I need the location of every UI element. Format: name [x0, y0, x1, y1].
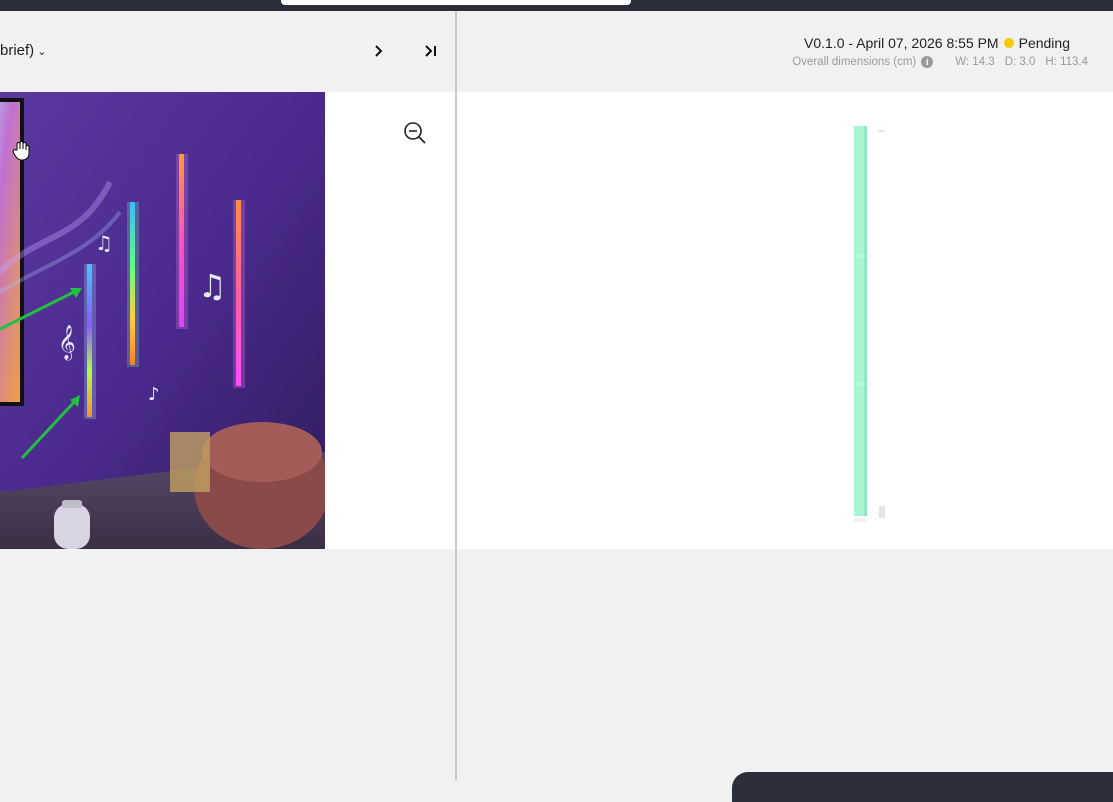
model-pane: V0.1.0 - April 07, 2026 8:55 PM Pending … [457, 11, 1113, 780]
zoom-out-icon [404, 122, 426, 144]
chevron-right-icon [375, 45, 383, 57]
dimension-width: W: 14.3 [955, 56, 995, 68]
status-dot-icon [1003, 38, 1014, 48]
version-text: V0.1.0 - April 07, 2026 8:55 PM [804, 35, 999, 51]
product-photo-illustration: ♫ ♫ 𝄞 ♪ [0, 92, 325, 549]
3d-model-viewport[interactable] [457, 92, 1113, 549]
brief-dropdown[interactable]: brief) ⌄ [0, 42, 46, 59]
svg-text:♫: ♫ [198, 267, 227, 305]
zoom-out-button[interactable] [402, 120, 428, 146]
dimension-depth: D: 3.0 [1004, 56, 1036, 68]
top-tab[interactable] [281, 0, 631, 5]
dimensions-label: Overall dimensions (cm) [792, 56, 917, 68]
svg-text:♫: ♫ [95, 231, 113, 255]
next-button[interactable] [368, 40, 390, 62]
bottom-toolbar[interactable] [732, 772, 1113, 802]
version-info: V0.1.0 - April 07, 2026 8:55 PM Pending [804, 35, 1070, 51]
dimension-height: H: 113.4 [1045, 56, 1088, 68]
chevron-down-icon: ⌄ [37, 46, 47, 58]
reference-header: brief) ⌄ [0, 11, 455, 92]
skip-to-last-icon [425, 45, 436, 57]
reference-image-area: ♫ ♫ 𝄞 ♪ [0, 92, 455, 549]
last-button[interactable] [420, 40, 442, 62]
overall-dimensions: Overall dimensions (cm) i W: 14.3 D: 3.0… [792, 56, 1088, 68]
browser-top-bar [0, 0, 1113, 11]
svg-text:𝄞: 𝄞 [58, 325, 76, 361]
reference-pane: brief) ⌄ ♫ ♫ 𝄞 ♪ [0, 11, 455, 780]
brief-dropdown-label: brief) [0, 42, 35, 59]
info-icon[interactable]: i [921, 56, 934, 68]
status-text: Pending [1018, 35, 1070, 51]
product-photo[interactable]: ♫ ♫ 𝄞 ♪ [0, 92, 325, 549]
hand-cursor-icon [12, 141, 30, 161]
3d-model-render [854, 126, 885, 522]
model-header: V0.1.0 - April 07, 2026 8:55 PM Pending … [457, 11, 1113, 92]
svg-text:♪: ♪ [148, 384, 160, 405]
